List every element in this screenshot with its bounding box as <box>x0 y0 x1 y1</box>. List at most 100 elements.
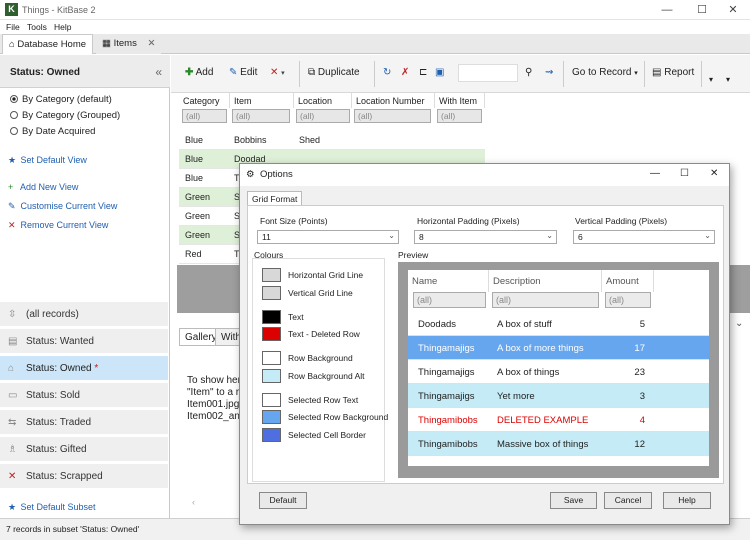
column-header-item[interactable]: Item <box>230 93 294 108</box>
colour-swatch[interactable] <box>262 393 281 407</box>
colour-swatch[interactable] <box>262 428 281 442</box>
subset-all-records[interactable]: ⇳ (all records) <box>0 301 168 326</box>
gear-icon: ⚙ <box>246 169 255 180</box>
subset-owned[interactable]: ⌂ Status: Owned * <box>0 355 168 380</box>
column-header-category[interactable]: Category <box>179 93 230 108</box>
filter-with-item[interactable]: (all) <box>437 109 482 123</box>
close-tab-icon[interactable]: ✕ <box>148 38 156 49</box>
subset-sold[interactable]: ▭ Status: Sold <box>0 382 168 407</box>
default-button[interactable]: Default <box>259 492 307 509</box>
dropdown-arrow-icon: ▾ <box>281 70 285 77</box>
delete-button[interactable]: ✕ ▾ <box>270 67 285 78</box>
filter-item[interactable]: (all) <box>232 109 290 123</box>
title-bar: K Things - KitBase 2 — ☐ ✕ <box>0 0 750 20</box>
minimize-button[interactable]: — <box>650 0 684 20</box>
horizontal-padding-select[interactable]: 8 ⌄ <box>414 230 557 244</box>
vertical-padding-label: Vertical Padding (Pixels) <box>575 216 668 226</box>
cancel-button[interactable]: Cancel <box>604 492 652 509</box>
colour-swatch[interactable] <box>262 286 281 300</box>
report-icon: ▤ <box>652 67 662 78</box>
font-size-select[interactable]: 11 ⌄ <box>257 230 399 244</box>
colour-swatch[interactable] <box>262 268 281 282</box>
preview-grid: Name Description Amount (all) (all) (all… <box>408 270 709 466</box>
close-button[interactable]: ✕ <box>716 0 750 20</box>
vertical-padding-select[interactable]: 6 ⌄ <box>573 230 715 244</box>
chevron-down-icon: ⌄ <box>546 231 553 240</box>
menu-help[interactable]: Help <box>54 22 71 32</box>
column-header-location[interactable]: Location <box>294 93 352 108</box>
customise-view-link[interactable]: ✎ Customise Current View <box>8 201 117 212</box>
preview-column-name: Name <box>408 270 489 292</box>
gallery-text: To show her "Item" to a r Item001.jpg It… <box>187 375 246 422</box>
preview-panel: Name Description Amount (all) (all) (all… <box>398 262 719 478</box>
subset-wanted[interactable]: ▤ Status: Wanted <box>0 328 168 353</box>
tab-items[interactable]: ▦ Items ✕ <box>96 34 162 54</box>
overflow-icon[interactable]: ▾ <box>709 75 713 84</box>
overflow-icon[interactable]: ▾ <box>726 75 730 84</box>
set-default-subset-link[interactable]: ★ Set Default Subset <box>8 502 96 513</box>
view-radio-by-category-grouped[interactable]: By Category (Grouped) <box>10 110 120 121</box>
help-button[interactable]: Help <box>663 492 711 509</box>
delete-icon: ✕ <box>8 220 16 230</box>
collapse-icon[interactable]: « <box>155 65 162 79</box>
colour-swatch[interactable] <box>262 351 281 365</box>
go-to-record-button[interactable]: Go to Record ▾ <box>572 67 638 78</box>
subset-scrapped[interactable]: ✕ Status: Scrapped <box>0 463 168 488</box>
dropdown-arrow-icon: ▾ <box>634 70 638 77</box>
toolbar-separator <box>701 61 702 87</box>
maximize-button[interactable]: ☐ <box>680 168 689 179</box>
tab-grid-format[interactable]: Grid Format <box>247 191 303 205</box>
search-icon[interactable]: ⚲ <box>525 67 532 78</box>
set-default-view-link[interactable]: ★ Set Default View <box>8 155 87 166</box>
filter-location[interactable]: (all) <box>296 109 350 123</box>
preview-row-alt: Thingamajigs Yet more 3 <box>408 384 709 408</box>
search-input[interactable] <box>458 64 518 82</box>
toolbar: ✚ Add ✎ Edit ✕ ▾ ⧉ Duplicate ↻ ✗ ⊏ ▣ ⚲ ⇝… <box>171 55 750 93</box>
views-panel: Status: Owned « By Category (default) By… <box>0 55 170 518</box>
menu-file[interactable]: File <box>6 22 20 32</box>
document-tab-bar: ⌂ Database Home ▦ Items ✕ <box>0 34 750 54</box>
table-row[interactable]: Blue Bobbins Shed <box>179 131 485 150</box>
add-new-view-link[interactable]: + Add New View <box>8 182 78 192</box>
filter-location-number[interactable]: (all) <box>354 109 431 123</box>
preview-row-deleted: Thingamibobs DELETED EXAMPLE 4 <box>408 408 709 432</box>
refresh-icon[interactable]: ↻ <box>383 67 391 78</box>
delete-icon: ✕ <box>8 471 17 482</box>
view-radio-by-category[interactable]: By Category (default) <box>10 94 112 105</box>
colour-swatch[interactable] <box>262 310 281 324</box>
toolbar-separator <box>644 61 645 87</box>
filter-category[interactable]: (all) <box>182 109 227 123</box>
clear-search-icon[interactable]: ⇝ <box>545 67 553 78</box>
close-button[interactable]: ✕ <box>710 168 718 179</box>
subset-traded[interactable]: ⇆ Status: Traded <box>0 409 168 434</box>
window-icon[interactable]: ▣ <box>435 67 444 78</box>
column-header-location-number[interactable]: Location Number <box>352 93 435 108</box>
star-icon: ★ <box>8 155 17 165</box>
default-marker: * <box>94 363 99 374</box>
pencil-icon: ✎ <box>229 67 238 78</box>
remove-view-link[interactable]: ✕ Remove Current View <box>8 220 108 231</box>
app-logo-icon: K <box>5 3 18 16</box>
scroll-left-icon[interactable]: ‹ <box>192 497 195 507</box>
colour-swatch[interactable] <box>262 369 281 383</box>
maximize-button[interactable]: ☐ <box>685 0 719 20</box>
duplicate-button[interactable]: ⧉ Duplicate <box>308 67 360 78</box>
clear-filter-icon[interactable]: ✗ <box>401 67 409 78</box>
expand-icon[interactable]: ⌄ <box>735 318 743 329</box>
menu-tools[interactable]: Tools <box>27 22 47 32</box>
add-button[interactable]: ✚ Add <box>185 67 213 78</box>
preview-row: Doodads A box of stuff 5 <box>408 312 709 336</box>
minimize-button[interactable]: — <box>650 168 660 179</box>
save-button[interactable]: Save <box>550 492 597 509</box>
report-button[interactable]: ▤ Report <box>652 67 694 78</box>
view-radio-by-date-acquired[interactable]: By Date Acquired <box>10 126 95 137</box>
colour-swatch[interactable] <box>262 327 281 341</box>
edit-button[interactable]: ✎ Edit <box>229 67 257 78</box>
subset-gifted[interactable]: ♗ Status: Gifted <box>0 436 168 461</box>
column-header-with-item[interactable]: With Item <box>435 93 485 108</box>
home-icon: ⌂ <box>8 363 15 374</box>
tab-database-home[interactable]: ⌂ Database Home <box>2 34 94 54</box>
toolbar-separator <box>374 61 375 87</box>
group-icon[interactable]: ⊏ <box>419 67 427 78</box>
colour-swatch[interactable] <box>262 410 281 424</box>
